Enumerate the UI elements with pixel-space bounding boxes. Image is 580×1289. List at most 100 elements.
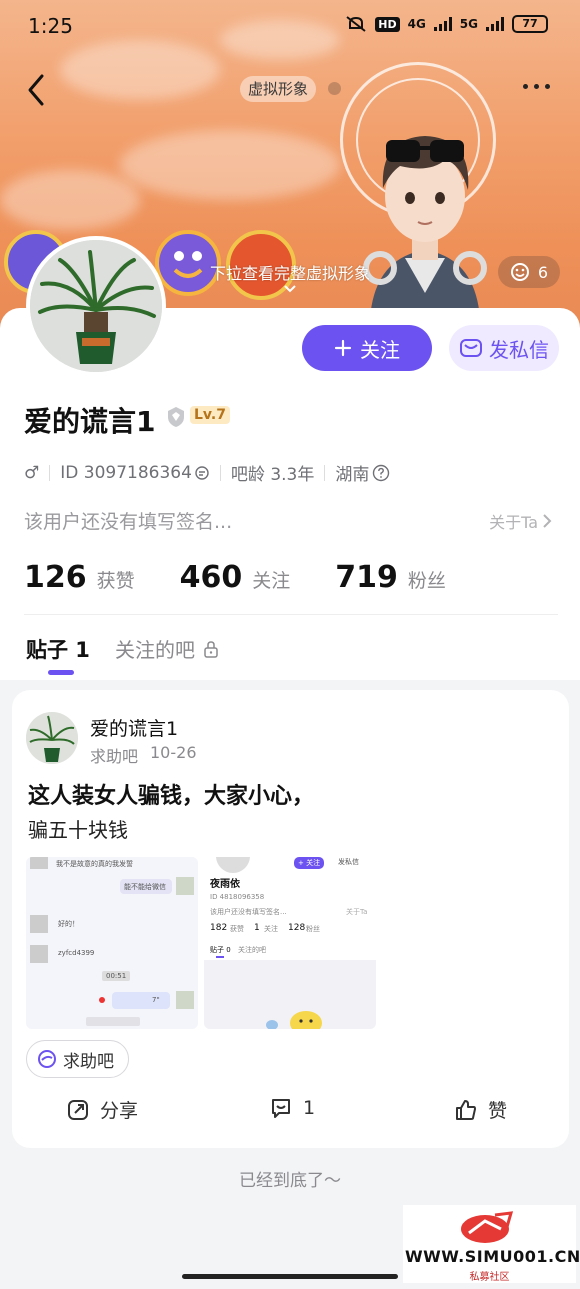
bar-chip-label: 求助吧: [63, 1051, 114, 1072]
error-dot-icon: [99, 997, 105, 1003]
level-badge[interactable]: Lv.7: [190, 406, 230, 424]
divider: [24, 614, 558, 615]
home-indicator[interactable]: [182, 1274, 398, 1279]
more-options-icon[interactable]: [523, 84, 550, 89]
chat-line: 能不能给微信: [124, 883, 166, 891]
mini-signature: 该用户还没有填写签名...: [210, 908, 287, 916]
chevron-down-icon: [284, 285, 296, 293]
cloud: [0, 170, 140, 230]
plant-photo: [30, 240, 162, 372]
emoji-reaction-button[interactable]: 6: [498, 256, 560, 288]
post-image-chat[interactable]: 我不是故意的真的我发誓 能不能给微信 好的！ zyfcd4399 00:51 7…: [26, 857, 198, 1029]
stat-number: 126: [24, 560, 87, 595]
battery-icon: 77: [512, 15, 548, 33]
status-time: 1:25: [28, 14, 73, 38]
chat-avatar: [30, 915, 48, 933]
plant-photo: [26, 712, 78, 764]
share-icon: [68, 1099, 88, 1120]
user-id: ID 3097186364: [60, 462, 192, 483]
chat-avatar: [30, 857, 48, 869]
chat-avatar: [176, 991, 194, 1009]
mini-tab: 关注的吧: [238, 946, 266, 954]
chat-time: 00:51: [102, 971, 131, 981]
tag-dot: [328, 82, 341, 95]
about-link[interactable]: 关于Ta: [489, 509, 552, 533]
stat-number: 460: [179, 560, 243, 595]
stat-likes[interactable]: 126 获赞: [24, 560, 135, 595]
mini-stat: 1: [254, 923, 260, 933]
follow-button[interactable]: 关注: [302, 325, 432, 371]
post-title[interactable]: 这人装女人骗钱，大家小心，: [28, 778, 314, 810]
stats-row: 126 获赞 460 关注 719 粉丝: [24, 560, 491, 595]
signal-icon: [433, 17, 452, 31]
stat-label: 粉丝: [407, 570, 446, 592]
gender-male-icon: ♂: [24, 462, 40, 483]
mini-follow-button: + 关注: [294, 857, 325, 869]
mini-username: 夜雨依: [210, 879, 240, 890]
comment-count: 1: [303, 1097, 316, 1119]
mute-bell-icon: [346, 16, 366, 32]
share-label: 分享: [100, 1100, 139, 1122]
signal-icon: [486, 17, 504, 31]
chat-line: zyfcd4399: [58, 949, 95, 957]
mini-tab-indicator: [216, 956, 224, 958]
lock-icon: [204, 640, 218, 658]
chat-footer-bar: [86, 1017, 140, 1026]
help-icon[interactable]: [372, 464, 390, 482]
mini-stat-label: 获赞: [230, 925, 244, 933]
tab-posts[interactable]: 贴子 1: [26, 634, 90, 664]
like-label: 赞: [488, 1100, 508, 1122]
hd-icon: HD: [375, 16, 400, 32]
shield-badge-icon[interactable]: [166, 406, 186, 428]
post-body[interactable]: 骗五十块钱: [28, 814, 128, 843]
post-card[interactable]: 爱的谎言1 求助吧 10-26 这人装女人骗钱，大家小心， 骗五十块钱 我不是故…: [12, 690, 569, 1148]
post-image-profile[interactable]: + 关注 发私信 夜雨依 ID 4818096358 该用户还没有填写签名...…: [204, 857, 376, 1029]
voice-duration: 7": [152, 996, 160, 1004]
post-bar-name[interactable]: 求助吧: [90, 743, 138, 767]
avatar[interactable]: [26, 236, 166, 376]
post-author-avatar[interactable]: [26, 712, 78, 764]
end-of-list-text: 已经到底了～: [239, 1171, 341, 1191]
mini-about: 关于Ta: [346, 908, 368, 916]
tab-followed-bars-label: 关注的吧: [115, 638, 195, 662]
tab-followed-bars[interactable]: 关注的吧: [115, 634, 219, 663]
bar-chip[interactable]: 求助吧: [26, 1040, 129, 1078]
cloud: [120, 130, 340, 200]
watermark-logo: [461, 1211, 514, 1243]
stat-label: 关注: [252, 570, 291, 592]
thumbs-up-icon: [456, 1099, 476, 1120]
message-button[interactable]: 发私信: [449, 325, 559, 371]
like-button[interactable]: 赞: [454, 1096, 507, 1123]
comment-button[interactable]: 1: [269, 1096, 315, 1120]
network-5g-label: 5G: [459, 17, 478, 31]
profile-meta: ♂ ID 3097186364 吧龄 3.3年 湖南: [24, 460, 390, 485]
watermark: WWW.SIMU001.CN 私募社区: [403, 1205, 580, 1283]
post-author-name[interactable]: 爱的谎言1: [90, 714, 178, 741]
stat-following[interactable]: 460 关注: [180, 560, 291, 595]
stat-label: 获赞: [96, 570, 135, 592]
copy-icon[interactable]: [194, 465, 210, 481]
smiley-icon: [510, 263, 529, 281]
system-icons: HD 4G 5G 77: [345, 15, 548, 33]
share-button[interactable]: 分享: [66, 1096, 138, 1123]
mini-message-button: 发私信: [338, 858, 359, 866]
voice-bubble: [112, 992, 170, 1009]
network-4g-label: 4G: [407, 17, 426, 31]
virtual-avatar-figure[interactable]: [350, 118, 500, 318]
virtual-avatar-tag[interactable]: 虚拟形象: [240, 76, 317, 102]
mini-id: ID 4818096358: [210, 893, 265, 901]
stat-number: 719: [335, 560, 398, 595]
tab-active-indicator: [48, 670, 74, 675]
post-date: 10-26: [150, 743, 197, 762]
chat-avatar: [176, 877, 194, 895]
smile-face-icon: [173, 251, 203, 278]
stat-fans[interactable]: 719 粉丝: [335, 560, 446, 595]
mini-stat: 182: [210, 923, 228, 933]
mini-stat: 128: [288, 923, 306, 933]
mini-stat-label: 关注: [264, 925, 278, 933]
back-arrow-icon[interactable]: [22, 72, 52, 108]
pull-down-hint: 下拉查看完整虚拟形象: [210, 264, 371, 283]
signature-text: 该用户还没有填写签名...: [24, 511, 233, 533]
location: 湖南: [335, 465, 370, 485]
bar-logo-icon: [38, 1050, 56, 1068]
